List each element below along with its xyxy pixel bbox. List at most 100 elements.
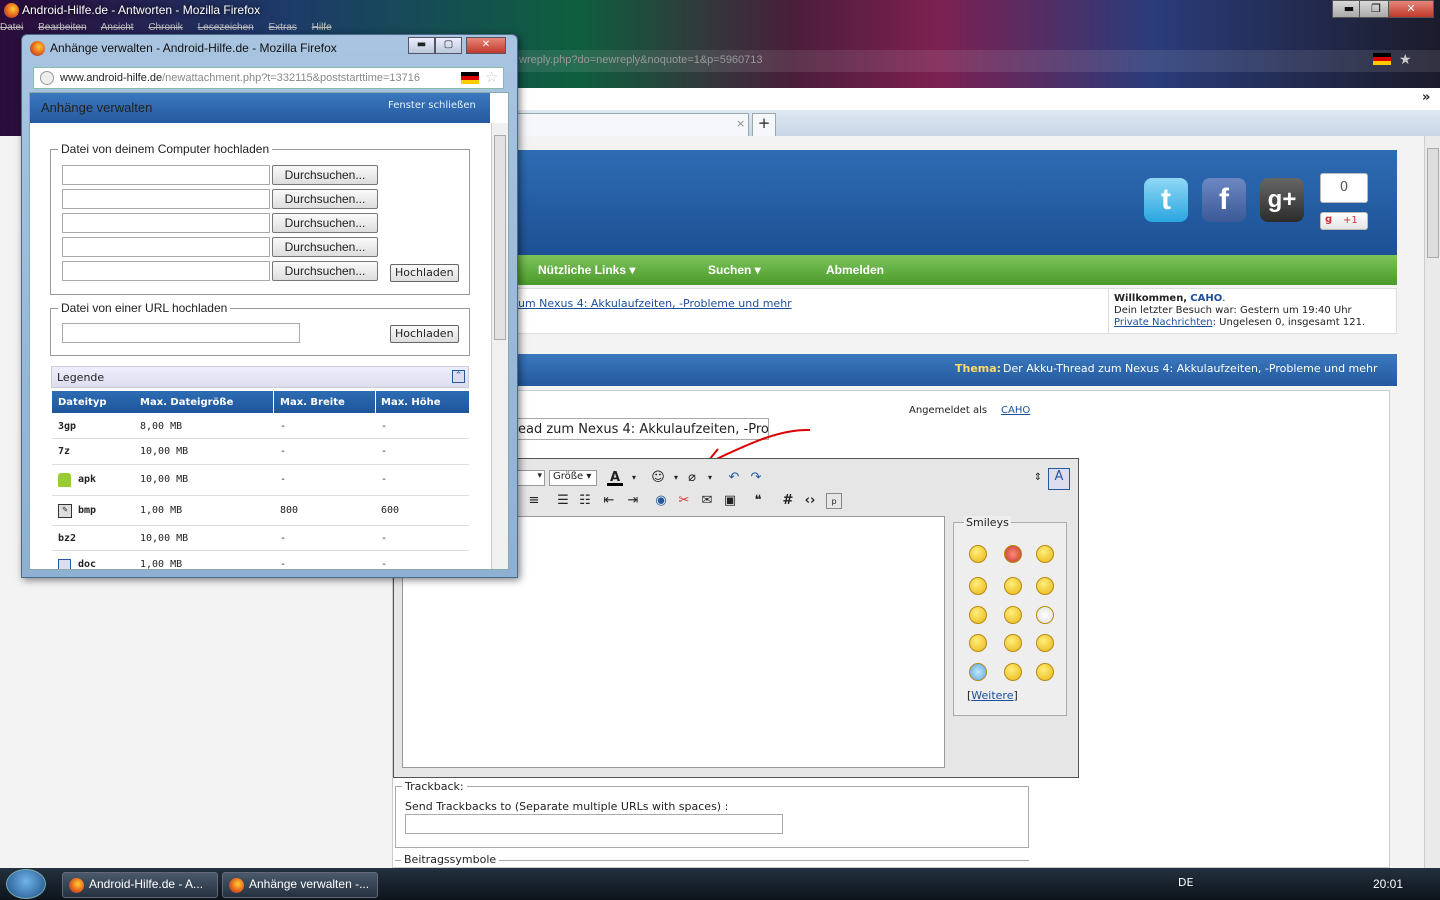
chevron-down-icon[interactable]: ▾: [702, 470, 718, 486]
popup-scrollbar[interactable]: [491, 123, 508, 569]
file-input-1[interactable]: [62, 165, 270, 185]
undo-icon[interactable]: ↶: [726, 470, 742, 486]
attachment-paperclip-icon[interactable]: ⌀: [684, 470, 700, 486]
indent-icon[interactable]: ⇥: [625, 493, 641, 509]
popup-address-bar[interactable]: www.android-hilfe.de/newattachment.php?t…: [33, 67, 504, 89]
ordered-list-icon[interactable]: ☰: [555, 493, 571, 509]
smiley-icon[interactable]: [1004, 663, 1022, 681]
browse-button-1[interactable]: Durchsuchen...: [272, 165, 378, 185]
popup-url-domain: www.android-hilfe.de: [60, 72, 163, 84]
menu-bookmarks[interactable]: Lesezeichen: [198, 22, 254, 33]
taskbar-item-main[interactable]: Android-Hilfe.de - A...: [62, 872, 218, 898]
browser-tab[interactable]: ×: [517, 113, 749, 136]
font-select[interactable]: ▾: [517, 470, 545, 486]
facebook-icon[interactable]: f: [1202, 178, 1246, 222]
thread-label: Thema:: [955, 362, 1002, 375]
scrollbar-thumb[interactable]: [1427, 148, 1439, 258]
quote-icon[interactable]: ❝: [750, 493, 766, 509]
taskbar-item-popup[interactable]: Anhänge verwalten -...: [222, 872, 378, 898]
insert-image-icon[interactable]: ▣: [722, 493, 738, 509]
popup-close-button[interactable]: ✕: [466, 37, 506, 54]
align-right-icon[interactable]: ≡: [526, 493, 542, 509]
site-identity-icon[interactable]: [40, 71, 54, 85]
smiley-icon[interactable]: [1004, 606, 1022, 624]
menu-view[interactable]: Ansicht: [101, 22, 134, 33]
browse-button-3[interactable]: Durchsuchen...: [272, 213, 378, 233]
smiley-icon[interactable]: [1036, 606, 1054, 624]
language-indicator[interactable]: DE: [1178, 876, 1193, 889]
hash-wrap-icon[interactable]: #: [780, 493, 796, 509]
welcome-user-link[interactable]: CAHO: [1190, 293, 1222, 304]
smiley-icon[interactable]: [969, 663, 987, 681]
nav-search[interactable]: Suchen ▾: [708, 263, 761, 277]
menu-tools[interactable]: Extras: [269, 22, 297, 33]
browse-button-2[interactable]: Durchsuchen...: [272, 189, 378, 209]
chevron-down-icon[interactable]: ▾: [626, 470, 642, 486]
smiley-icon[interactable]: [1004, 545, 1022, 563]
twitter-icon[interactable]: t: [1144, 178, 1188, 222]
insert-link-icon[interactable]: ◉: [653, 493, 669, 509]
file-input-3[interactable]: [62, 213, 270, 233]
bookmark-star-icon[interactable]: ☆: [485, 68, 498, 86]
redo-icon[interactable]: ↷: [748, 470, 764, 486]
smiley-icon[interactable]: [1036, 634, 1054, 652]
smiley-icon[interactable]: [969, 545, 987, 563]
logged-in-user-link[interactable]: CAHO: [1001, 405, 1030, 416]
breadcrumb-link[interactable]: um Nexus 4: Akkulaufzeiten, -Probleme un…: [518, 297, 792, 310]
menu-edit[interactable]: Bearbeiten: [38, 22, 86, 33]
nav-useful-links[interactable]: Nützliche Links ▾: [538, 263, 635, 277]
nav-logout[interactable]: Abmelden: [826, 263, 884, 277]
code-wrap-icon[interactable]: ‹›: [802, 493, 818, 509]
url-input[interactable]: [62, 323, 300, 343]
tab-close-icon[interactable]: ×: [736, 117, 745, 130]
smiley-icon[interactable]: [1004, 634, 1022, 652]
upload-computer-button[interactable]: Hochladen: [390, 264, 459, 282]
taskbar-clock[interactable]: 20:01: [1373, 877, 1403, 891]
file-input-5[interactable]: [62, 261, 270, 281]
smiley-icon[interactable]: [1036, 663, 1054, 681]
smiley-icon[interactable]: [1004, 577, 1022, 595]
private-messages-link[interactable]: Private Nachrichten: [1114, 317, 1213, 328]
smiley-icon[interactable]: [1036, 545, 1054, 563]
browse-button-4[interactable]: Durchsuchen...: [272, 237, 378, 257]
popup-maximize-button[interactable]: ▢: [435, 37, 462, 54]
more-smileys-link[interactable]: Weitere: [971, 689, 1013, 702]
smiley-icon[interactable]: [969, 634, 987, 652]
gplus-one-button[interactable]: g +1: [1320, 212, 1368, 230]
file-input-2[interactable]: [62, 189, 270, 209]
smiley-icon[interactable]: [969, 606, 987, 624]
resize-arrows-icon[interactable]: ⇕: [1030, 470, 1046, 486]
close-window-link[interactable]: Fenster schließen: [388, 100, 476, 111]
chevron-right-icon[interactable]: »: [1422, 90, 1430, 105]
browse-button-5[interactable]: Durchsuchen...: [272, 261, 378, 281]
trackback-input[interactable]: [405, 814, 783, 834]
main-address-bar[interactable]: wreply.php?do=newreply&noquote=1&p=59607…: [505, 50, 1440, 72]
unordered-list-icon[interactable]: ☷: [577, 493, 593, 509]
font-color-icon[interactable]: A: [607, 470, 623, 486]
smiley-insert-icon[interactable]: ☺: [650, 470, 666, 486]
switch-editor-mode-icon[interactable]: A: [1048, 468, 1070, 490]
menu-help[interactable]: Hilfe: [312, 22, 332, 33]
collapse-icon[interactable]: ⌃: [452, 370, 465, 383]
outdent-icon[interactable]: ⇤: [601, 493, 617, 509]
smiley-icon[interactable]: [1036, 577, 1054, 595]
popup-scrollbar-thumb[interactable]: [494, 135, 506, 340]
close-button[interactable]: ✕: [1388, 0, 1434, 18]
page-scrollbar[interactable]: [1424, 136, 1440, 868]
size-select[interactable]: Größe ▾: [549, 470, 597, 486]
table-row: 3gp 8,00 MB - -: [52, 414, 469, 439]
popup-minimize-button[interactable]: ▬: [408, 37, 435, 54]
php-wrap-icon[interactable]: p: [826, 493, 842, 509]
remove-link-icon[interactable]: ✂: [676, 493, 692, 509]
chevron-down-icon[interactable]: ▾: [668, 470, 684, 486]
smiley-icon[interactable]: [969, 577, 987, 595]
new-tab-button[interactable]: +: [752, 113, 776, 136]
start-button[interactable]: [6, 869, 46, 899]
menu-history[interactable]: Chronik: [148, 22, 182, 33]
file-input-4[interactable]: [62, 237, 270, 257]
bookmark-star-icon[interactable]: ★: [1399, 51, 1412, 68]
insert-email-icon[interactable]: ✉: [699, 493, 715, 509]
upload-url-button[interactable]: Hochladen: [390, 325, 459, 343]
menu-file[interactable]: Datei: [0, 22, 23, 33]
google-plus-icon[interactable]: g+: [1260, 178, 1304, 222]
